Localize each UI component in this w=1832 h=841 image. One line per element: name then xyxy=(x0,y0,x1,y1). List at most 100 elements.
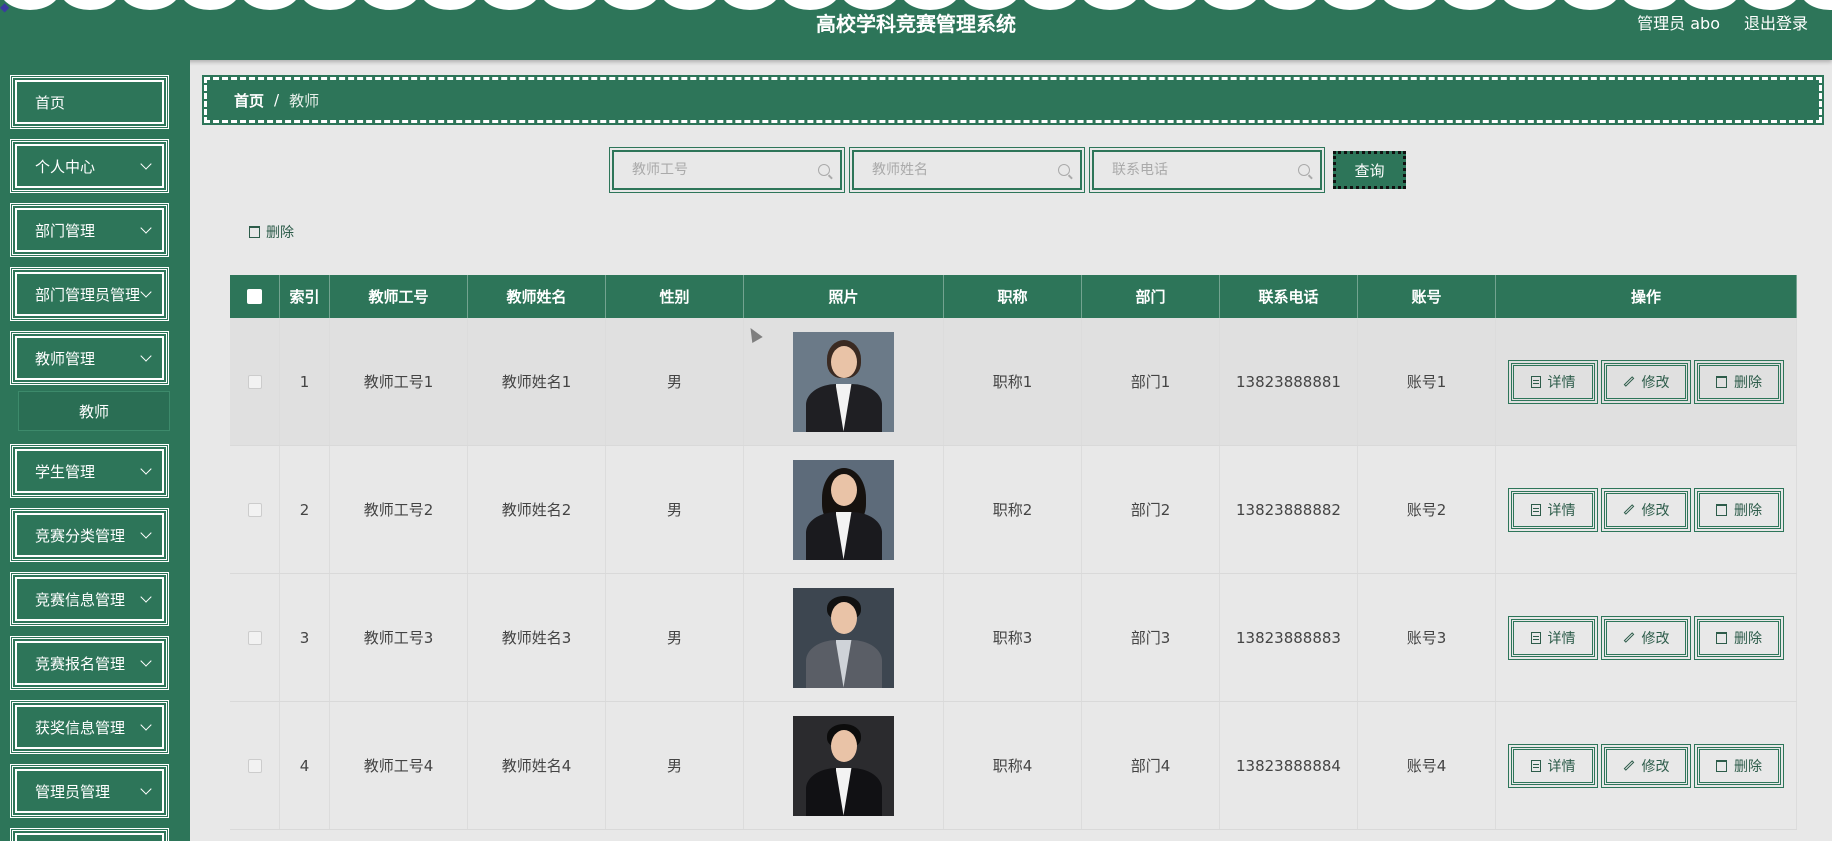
row-checkbox[interactable] xyxy=(247,502,262,517)
chevron-down-icon xyxy=(140,286,152,298)
breadcrumb-separator: / xyxy=(274,91,280,109)
teacher-photo xyxy=(793,331,894,432)
chevron-down-icon xyxy=(140,719,152,731)
teacher-name-search-field[interactable] xyxy=(849,147,1085,193)
edit-label: 修改 xyxy=(1641,502,1670,519)
delete-button[interactable]: 删除 xyxy=(1694,743,1784,788)
row-checkbox[interactable] xyxy=(247,758,262,773)
index-cell: 1 xyxy=(280,318,330,445)
sidebar-subitem-teacher[interactable]: 教师 xyxy=(18,391,170,431)
table-row: 4 教师工号4 教师姓名4 男 职称4 部门4 13823888884 账号4 … xyxy=(230,702,1797,830)
bulk-delete-button[interactable]: 删除 xyxy=(249,222,294,242)
trash-icon xyxy=(1716,759,1727,772)
teacher-photo xyxy=(793,587,894,688)
table-header: 索引 教师工号 教师姓名 性别 照片 职称 部门 联系电话 账号 操作 xyxy=(230,275,1797,318)
sidebar-item-dept-admins[interactable]: 部门管理员管理 xyxy=(10,267,169,321)
sidebar-item-students[interactable]: 学生管理 xyxy=(10,444,169,498)
sidebar-item-label: 竞赛报名管理 xyxy=(35,654,126,673)
row-checkbox[interactable] xyxy=(247,374,262,389)
teacher-no-cell: 教师工号4 xyxy=(330,702,468,829)
search-icon xyxy=(1298,164,1310,176)
sidebar-item-label: 教师管理 xyxy=(35,349,96,368)
delete-button[interactable]: 删除 xyxy=(1694,359,1784,404)
actions-cell: 详情 修改 删除 xyxy=(1496,446,1797,573)
sidebar-item-more[interactable] xyxy=(10,828,169,841)
detail-button[interactable]: 详情 xyxy=(1508,615,1598,660)
account-cell: 账号4 xyxy=(1358,702,1496,829)
sidebar-item-label: 个人中心 xyxy=(35,157,96,176)
detail-button[interactable]: 详情 xyxy=(1508,487,1598,532)
teacher-no-input[interactable] xyxy=(632,162,818,178)
edit-button[interactable]: 修改 xyxy=(1601,743,1691,788)
query-button[interactable]: 查询 xyxy=(1333,151,1406,189)
sidebar-item-label: 首页 xyxy=(35,93,66,112)
edit-button[interactable]: 修改 xyxy=(1601,487,1691,532)
teacher-no-search-field[interactable] xyxy=(609,147,845,193)
pencil-icon xyxy=(1623,376,1634,387)
dept-cell: 部门3 xyxy=(1082,574,1220,701)
sidebar-item-admins[interactable]: 管理员管理 xyxy=(10,764,169,818)
row-select-cell xyxy=(230,574,280,701)
trash-icon xyxy=(1716,631,1727,644)
bulk-delete-label: 删除 xyxy=(266,225,294,241)
detail-button[interactable]: 详情 xyxy=(1508,359,1598,404)
chevron-down-icon xyxy=(140,783,152,795)
sidebar-item-home[interactable]: 首页 xyxy=(10,75,169,129)
column-header: 部门 xyxy=(1082,275,1220,318)
account-cell: 账号2 xyxy=(1358,446,1496,573)
photo-cell xyxy=(744,574,944,701)
index-cell: 3 xyxy=(280,574,330,701)
sidebar-item-teachers[interactable]: 教师管理 xyxy=(10,331,169,385)
sidebar-item-departments[interactable]: 部门管理 xyxy=(10,203,169,257)
column-header: 教师姓名 xyxy=(468,275,606,318)
edit-button[interactable]: 修改 xyxy=(1601,359,1691,404)
sidebar-item-label: 学生管理 xyxy=(35,462,96,481)
teacher-table: 索引 教师工号 教师姓名 性别 照片 职称 部门 联系电话 账号 操作 1 教师… xyxy=(230,275,1797,830)
phone-input[interactable] xyxy=(1112,162,1298,178)
sidebar-item-label: 管理员管理 xyxy=(35,782,111,801)
row-checkbox[interactable] xyxy=(247,630,262,645)
delete-label: 删除 xyxy=(1734,758,1762,775)
delete-label: 删除 xyxy=(1734,374,1762,391)
edit-label: 修改 xyxy=(1641,758,1670,775)
detail-button[interactable]: 详情 xyxy=(1508,743,1598,788)
photo-cell xyxy=(744,702,944,829)
actions-cell: 详情 修改 删除 xyxy=(1496,318,1797,445)
breadcrumb-current: 教师 xyxy=(289,91,320,110)
sidebar-item-profile[interactable]: 个人中心 xyxy=(10,139,169,193)
phone-cell: 13823888882 xyxy=(1220,446,1358,573)
chevron-down-icon xyxy=(140,655,152,667)
column-header: 性别 xyxy=(606,275,744,318)
dept-cell: 部门1 xyxy=(1082,318,1220,445)
actions-cell: 详情 修改 删除 xyxy=(1496,574,1797,701)
dept-cell: 部门4 xyxy=(1082,702,1220,829)
teacher-no-cell: 教师工号2 xyxy=(330,446,468,573)
logout-link[interactable]: 退出登录 xyxy=(1744,10,1808,34)
top-header: ◆ 高校学科竞赛管理系统 管理员 abo 退出登录 xyxy=(0,0,1832,60)
sidebar-item-competition-info[interactable]: 竞赛信息管理 xyxy=(10,572,169,626)
delete-button[interactable]: 删除 xyxy=(1694,615,1784,660)
sidebar-item-competition-signup[interactable]: 竞赛报名管理 xyxy=(10,636,169,690)
title-cell: 职称1 xyxy=(944,318,1082,445)
edit-label: 修改 xyxy=(1641,630,1670,647)
phone-search-field[interactable] xyxy=(1089,147,1325,193)
select-all-cell[interactable] xyxy=(230,275,280,318)
document-icon xyxy=(1530,503,1541,516)
breadcrumb-home[interactable]: 首页 xyxy=(234,90,264,111)
breadcrumb: 首页 / 教师 xyxy=(202,75,1824,125)
chevron-down-icon xyxy=(140,463,152,475)
chevron-down-icon xyxy=(140,158,152,170)
column-header: 账号 xyxy=(1358,275,1496,318)
detail-label: 详情 xyxy=(1547,374,1576,391)
teacher-name-input[interactable] xyxy=(872,162,1058,178)
sidebar-item-competition-categories[interactable]: 竞赛分类管理 xyxy=(10,508,169,562)
delete-button[interactable]: 删除 xyxy=(1694,487,1784,532)
select-all-checkbox[interactable] xyxy=(247,289,262,304)
pencil-icon xyxy=(1623,504,1634,515)
teacher-no-cell: 教师工号3 xyxy=(330,574,468,701)
index-cell: 2 xyxy=(280,446,330,573)
sidebar-item-awards[interactable]: 获奖信息管理 xyxy=(10,700,169,754)
edit-button[interactable]: 修改 xyxy=(1601,615,1691,660)
chevron-down-icon xyxy=(140,350,152,362)
teacher-no-cell: 教师工号1 xyxy=(330,318,468,445)
